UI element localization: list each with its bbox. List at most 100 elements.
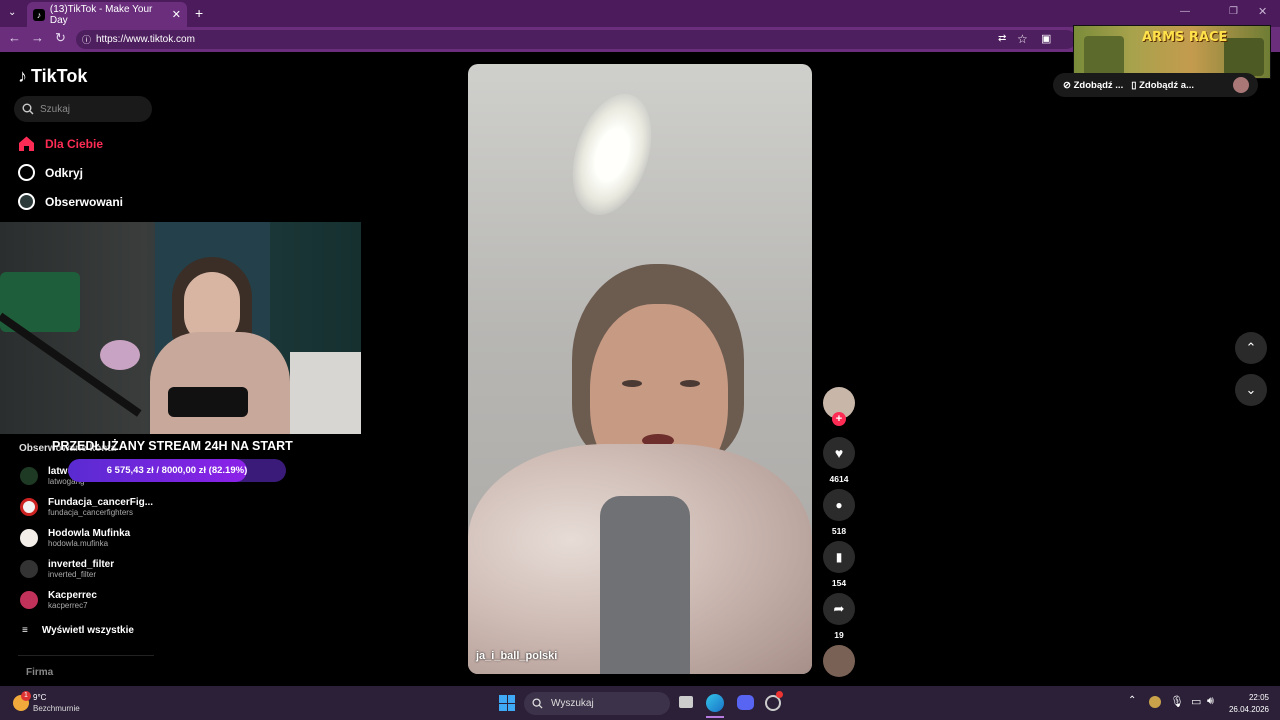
comment-icon: ● — [835, 498, 843, 512]
maximize-button[interactable]: ❐ — [1229, 6, 1238, 17]
back-arrow-icon[interactable]: ← — [8, 30, 21, 45]
volume-icon[interactable]: 🔊︎ — [1207, 695, 1214, 708]
reload-icon[interactable]: ↻ — [55, 30, 66, 46]
like-count: 4614 — [829, 474, 849, 484]
tiktok-logo[interactable]: ♪ TikTok — [18, 66, 87, 87]
browser-tab-bar: ⌄ ♪ (13)TikTok - Make Your Day ✕ + — ❐ ✕ — [0, 0, 1280, 27]
video-author[interactable]: ja_i_ball_polski — [476, 650, 557, 662]
chevron-up-icon: ⌃ — [1245, 340, 1257, 355]
avatar — [20, 560, 38, 578]
tiktok-note-icon: ♪ — [18, 66, 27, 86]
url-field[interactable]: ⓘ https://www.tiktok.com — [76, 30, 1076, 49]
avatar — [20, 529, 38, 547]
home-icon — [19, 136, 34, 151]
sound-avatar[interactable] — [823, 645, 855, 677]
translate-icon[interactable]: ⇄ — [998, 33, 1006, 44]
comment-button[interactable]: ● — [823, 489, 855, 521]
following-item[interactable]: Kacperrec kacperrec7 — [20, 590, 97, 610]
game-character — [1224, 38, 1264, 76]
person-shirt — [600, 496, 690, 674]
tab-title: (13)TikTok - Make Your Day — [49, 3, 153, 26]
nav-for-you[interactable]: Dla Ciebie — [18, 135, 103, 152]
following-handle: hodowla.mufinka — [48, 539, 109, 548]
following-name: Hodowla Mufinka — [48, 528, 131, 539]
minimize-button[interactable]: — — [1180, 6, 1190, 17]
save-count: 154 — [831, 578, 847, 588]
profile-avatar[interactable] — [1233, 77, 1249, 93]
new-tab-button[interactable]: + — [195, 5, 203, 21]
tab-list-chevron-icon[interactable]: ⌄ — [8, 7, 16, 18]
person-eye — [680, 380, 700, 387]
get-coins-label: Zdobądź ... — [1073, 79, 1124, 91]
following-handle: inverted_filter — [48, 570, 97, 579]
game-ad-thumbnail[interactable]: ARMS RACE — [1073, 25, 1271, 79]
tab-close-icon[interactable]: ✕ — [172, 8, 181, 21]
following-name: Kacperrec — [48, 590, 97, 601]
cam-chair — [290, 352, 361, 434]
microphone-icon[interactable]: 🎙︎ — [1170, 695, 1184, 708]
tray-chevron-up-icon[interactable]: ⌃ — [1128, 695, 1136, 706]
browser-tab[interactable]: ♪ (13)TikTok - Make Your Day ✕ — [27, 2, 187, 27]
chevron-down-icon: ⌄ — [1245, 382, 1257, 397]
following-handle: kacperrec7 — [48, 601, 88, 610]
show-all-label: Wyświetl wszystkie — [41, 625, 134, 636]
share-button[interactable]: ➦ — [823, 593, 855, 625]
nav-label: Odkryj — [45, 165, 84, 180]
following-item[interactable]: Fundacja_cancerFig... fundacja_cancerfigh… — [20, 497, 153, 517]
following-name: Fundacja_cancerFig... — [48, 497, 154, 508]
progress-text: 6 575,43 zł / 8000,00 zł (82.19%) — [106, 465, 248, 476]
search-input[interactable]: Szukaj — [14, 96, 152, 122]
windows-start-icon[interactable] — [499, 695, 515, 711]
share-arrow-icon: ➦ — [833, 601, 845, 616]
weather-desc[interactable]: Bezchmurnie — [33, 704, 80, 713]
footer-company-link[interactable]: Firma — [26, 667, 53, 678]
following-name: inverted_filter — [48, 559, 115, 570]
game-title: ARMS RACE — [1142, 30, 1228, 45]
favorite-star-icon[interactable]: ☆ — [1017, 32, 1028, 46]
extension-icon[interactable]: ▣ — [1041, 32, 1051, 45]
like-button[interactable]: ♥ — [823, 437, 855, 469]
following-item[interactable]: Hodowla Mufinka hodowla.mufinka — [20, 528, 130, 548]
discord-icon[interactable] — [737, 695, 754, 710]
avatar — [20, 498, 38, 516]
edge-browser-icon[interactable] — [706, 694, 724, 712]
previous-video-button[interactable]: ⌃ — [1235, 332, 1267, 364]
compass-icon — [18, 164, 35, 181]
following-avatar-icon — [18, 193, 35, 210]
video-player[interactable]: ja_i_ball_polski — [468, 64, 812, 674]
game-character — [1084, 36, 1124, 76]
taskbar-search-input[interactable]: Wyszukaj — [524, 692, 670, 715]
window-close-button[interactable]: ✕ — [1258, 5, 1267, 18]
nav-explore[interactable]: Odkryj — [18, 164, 83, 181]
search-icon — [532, 698, 543, 709]
taskbar-search-label: Wyszukaj — [551, 698, 594, 709]
clock-time[interactable]: 22:05 — [1229, 693, 1269, 702]
tray-app-icon[interactable] — [1149, 696, 1161, 708]
get-app-button[interactable]: ▯ Zdobądź a... — [1131, 80, 1194, 91]
site-info-icon[interactable]: ⓘ — [82, 33, 91, 46]
following-item[interactable]: inverted_filter inverted_filter — [20, 559, 114, 579]
network-icon[interactable]: ▭ — [1191, 695, 1201, 708]
save-button[interactable]: ▮ — [823, 541, 855, 573]
forward-arrow-icon[interactable]: → — [31, 30, 44, 45]
top-actions-bar: ⊘ Zdobądź ... ▯ Zdobądź a... — [1053, 73, 1258, 97]
nav-following[interactable]: Obserwowani — [18, 193, 123, 210]
get-coins-button[interactable]: ⊘ Zdobądź ... — [1063, 80, 1123, 91]
nav-label: Dla Ciebie — [45, 136, 104, 151]
person-eye — [622, 380, 642, 387]
stream-title: PRZEDŁUŻANY STREAM 24H NA START — [52, 439, 293, 453]
get-app-label: Zdobądź a... — [1139, 79, 1194, 91]
show-all-button[interactable]: ≡ Wyświetl wszystkie — [22, 625, 134, 636]
weather-temp[interactable]: 9°C — [33, 693, 46, 702]
next-video-button[interactable]: ⌄ — [1235, 374, 1267, 406]
follow-plus-button[interactable]: + — [832, 412, 846, 426]
clock-date[interactable]: 26.04.2026 — [1222, 705, 1269, 714]
avatar — [20, 591, 38, 609]
donation-progress-bar: 6 575,43 zł / 8000,00 zł (82.19%) — [68, 459, 286, 482]
task-view-icon[interactable] — [679, 696, 693, 708]
webcam-overlay — [0, 222, 361, 434]
logo-text: TikTok — [31, 66, 88, 86]
cam-person-shirt — [150, 332, 290, 434]
search-placeholder: Szukaj — [40, 103, 71, 115]
bookmark-icon: ▮ — [835, 550, 843, 564]
